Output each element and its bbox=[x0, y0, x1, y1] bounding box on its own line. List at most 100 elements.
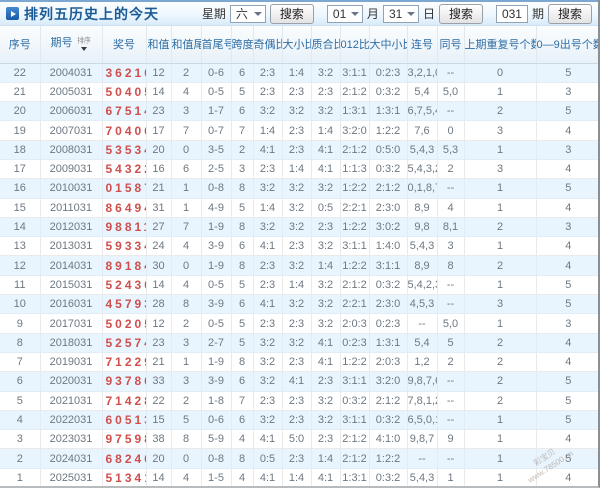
cell-consecutive: 0,1,8,7 bbox=[407, 178, 438, 199]
cell-big-mid-small: 4:1:0 bbox=[369, 429, 408, 450]
cell-big-small: 2:3 bbox=[282, 236, 312, 257]
cell-odd-even: 3:2 bbox=[253, 101, 283, 122]
cell-sum-tail: 3 bbox=[171, 371, 202, 392]
cell-012: 1:3:1 bbox=[340, 101, 370, 122]
cell-span: 5 bbox=[231, 313, 254, 334]
cell-span: 6 bbox=[231, 63, 254, 83]
cell-index: 20 bbox=[0, 101, 41, 122]
cell-digit-count: 4 bbox=[536, 120, 598, 141]
cell-prev-repeat: 0 bbox=[464, 63, 537, 83]
bullet-arrow-icon bbox=[6, 7, 19, 20]
cell-consecutive: 5,4,3 bbox=[407, 140, 438, 160]
cell-sum-tail: 1 bbox=[171, 178, 202, 199]
table-row: 82018031525742332-753:23:24:10:2:31:3:15… bbox=[0, 333, 598, 353]
cell-index: 15 bbox=[0, 198, 41, 218]
cell-prime-composite: 3:2 bbox=[311, 101, 341, 122]
cell-digit-count: 5 bbox=[536, 63, 598, 83]
cell-odd-even: 2:3 bbox=[253, 159, 283, 180]
cell-prev-repeat: 2 bbox=[464, 333, 537, 353]
sort-button[interactable]: 排序 bbox=[76, 37, 92, 52]
cell-odd-even: 3:2 bbox=[253, 333, 283, 353]
cell-span: 6 bbox=[231, 101, 254, 122]
cell-same: 4 bbox=[437, 198, 465, 218]
cell-index: 12 bbox=[0, 255, 41, 276]
chevron-down-icon bbox=[406, 11, 415, 16]
cell-issue: 2025031 bbox=[40, 468, 103, 486]
cell-sum-tail: 2 bbox=[171, 313, 202, 334]
cell-odd-even: 3:2 bbox=[253, 217, 283, 238]
cell-odd-even: 2:3 bbox=[253, 255, 283, 276]
cell-first-last: 1-5 bbox=[201, 468, 232, 486]
date-search-button[interactable]: 搜索 bbox=[438, 3, 483, 24]
col-header-odd-even: 奇偶比 bbox=[253, 26, 283, 64]
cell-odd-even: 4:1 bbox=[253, 140, 283, 160]
cell-prev-repeat: 1 bbox=[464, 429, 537, 450]
table-row: 12025031513411441-544:11:44:11:3:10:3:25… bbox=[0, 468, 598, 486]
cell-big-small: 2:3 bbox=[282, 352, 312, 373]
cell-prime-composite: 2:3 bbox=[311, 371, 341, 392]
cell-consecutive: 5,4 bbox=[407, 82, 438, 103]
issue-input[interactable] bbox=[495, 4, 528, 23]
cell-odd-even: 2:3 bbox=[253, 391, 283, 411]
cell-digit-count: 4 bbox=[536, 198, 598, 218]
cell-issue: 2007031 bbox=[40, 120, 103, 141]
cell-sum-tail: 3 bbox=[171, 101, 202, 122]
cell-big-mid-small: 2:1:2 bbox=[369, 178, 408, 199]
col-header-issue: 期号 排序 bbox=[40, 26, 103, 64]
cell-consecutive: 6,7,5,4 bbox=[407, 101, 438, 122]
cell-sum: 28 bbox=[146, 294, 172, 315]
table-row: 172009031543221662-532:31:44:11:1:30:3:2… bbox=[0, 159, 598, 180]
cell-012: 3:2:0 bbox=[340, 120, 370, 141]
cell-sum: 38 bbox=[146, 429, 172, 450]
cell-prime-composite: 4:1 bbox=[311, 159, 341, 180]
cell-digit-count: 4 bbox=[536, 429, 598, 450]
cell-big-mid-small: 1:2:2 bbox=[369, 448, 408, 469]
cell-same: 2 bbox=[437, 352, 465, 373]
cell-consecutive: 9,8 bbox=[407, 217, 438, 238]
cell-digit-count: 5 bbox=[536, 448, 598, 469]
cell-sum: 14 bbox=[146, 82, 172, 103]
table-row: 122014031891843001-982:33:21:41:2:23:1:1… bbox=[0, 255, 598, 276]
cell-prev-repeat: 2 bbox=[464, 391, 537, 411]
issue-search-button[interactable]: 搜索 bbox=[547, 3, 592, 24]
weekday-search-button[interactable]: 搜索 bbox=[269, 3, 314, 24]
cell-012: 0:2:3 bbox=[340, 333, 370, 353]
cell-prime-composite: 3:2 bbox=[311, 63, 341, 83]
cell-prev-repeat: 3 bbox=[464, 120, 537, 141]
day-select[interactable]: 31 bbox=[382, 4, 419, 23]
month-select[interactable]: 01 bbox=[326, 4, 363, 23]
cell-digit-count: 4 bbox=[536, 159, 598, 180]
cell-prev-repeat: 1 bbox=[464, 313, 537, 334]
cell-prev-repeat: 2 bbox=[464, 352, 537, 373]
cell-big-small: 1:4 bbox=[282, 275, 312, 296]
cell-big-small: 2:3 bbox=[282, 82, 312, 103]
cell-prev-repeat: 1 bbox=[464, 178, 537, 199]
cell-prize: 59334 bbox=[102, 236, 147, 257]
cell-odd-even: 4:1 bbox=[253, 294, 283, 315]
cell-sum: 27 bbox=[146, 217, 172, 238]
cell-big-small: 2:3 bbox=[282, 448, 312, 469]
cell-sum-tail: 4 bbox=[171, 82, 202, 103]
chevron-down-icon bbox=[350, 11, 359, 16]
cell-span: 7 bbox=[231, 391, 254, 411]
cell-issue: 2012031 bbox=[40, 217, 103, 238]
cell-digit-count: 5 bbox=[536, 391, 598, 411]
cell-prime-composite: 3:2 bbox=[311, 410, 341, 431]
cell-issue: 2010031 bbox=[40, 178, 103, 199]
cell-span: 4 bbox=[231, 468, 254, 486]
cell-span: 8 bbox=[231, 217, 254, 238]
cell-sum: 33 bbox=[146, 371, 172, 392]
cell-odd-even: 2:3 bbox=[253, 275, 283, 296]
weekday-select[interactable]: 六 bbox=[229, 4, 266, 23]
cell-big-small: 2:3 bbox=[282, 313, 312, 334]
cell-same: 0 bbox=[437, 120, 465, 141]
cell-prime-composite: 3:2 bbox=[311, 236, 341, 257]
cell-prime-composite: 1:4 bbox=[311, 120, 341, 141]
cell-index: 2 bbox=[0, 448, 41, 469]
topbar: 排列五历史上的今天 星期 六 搜索 01 月 31 日 搜索 031 期 搜索 bbox=[0, 0, 598, 26]
cell-012: 0:3:2 bbox=[340, 391, 370, 411]
cell-index: 16 bbox=[0, 178, 41, 199]
cell-prev-repeat: 1 bbox=[464, 468, 537, 486]
cell-prize: 50405 bbox=[102, 82, 147, 103]
date-search-group: 01 月 31 日 搜索 bbox=[326, 3, 483, 24]
